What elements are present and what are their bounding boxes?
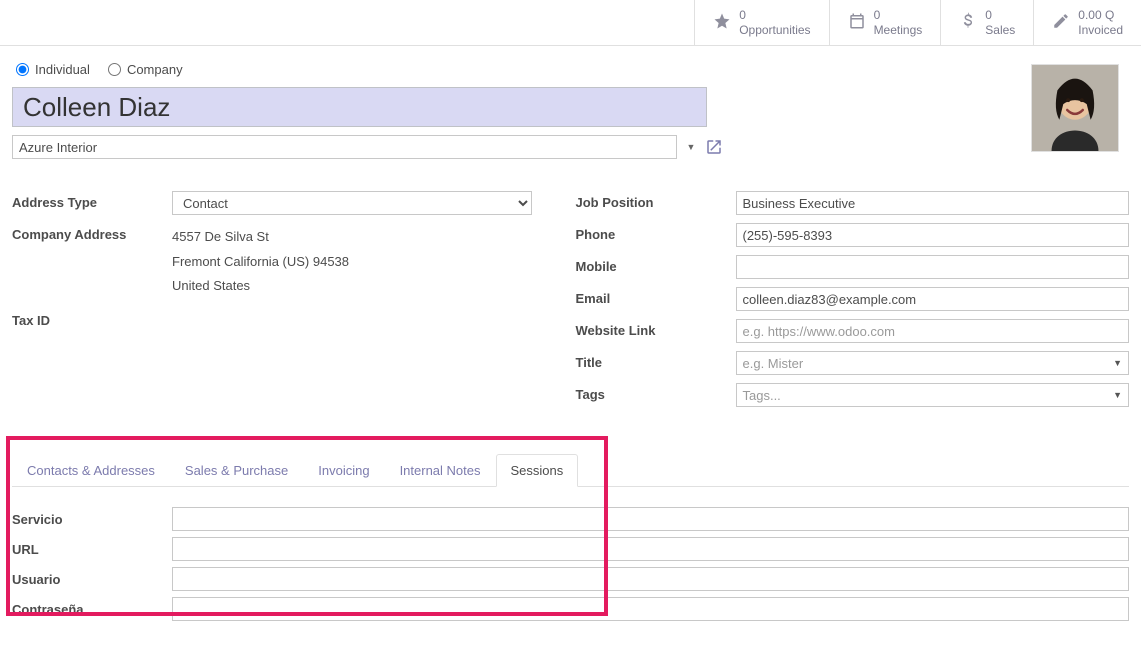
mobile-input[interactable] xyxy=(736,255,1130,279)
form-body: Address Type Contact Company Address 455… xyxy=(0,167,1141,425)
website-label: Website Link xyxy=(576,319,736,338)
url-label: URL xyxy=(12,542,172,557)
contact-form-view: 0Opportunities 0Meetings 0Sales 0.00 QIn… xyxy=(0,0,1141,651)
radio-company[interactable]: Company xyxy=(108,62,183,77)
stat-label: Opportunities xyxy=(739,23,810,37)
tab-sessions[interactable]: Sessions xyxy=(496,454,579,487)
company-address-label: Company Address xyxy=(12,223,172,242)
stat-opportunities[interactable]: 0Opportunities xyxy=(694,0,828,45)
radio-individual[interactable]: Individual xyxy=(16,62,90,77)
stat-value: 0 xyxy=(985,8,1015,22)
company-row: ▼ xyxy=(12,135,1129,159)
stat-value: 0.00 Q xyxy=(1078,8,1123,22)
phone-input[interactable] xyxy=(736,223,1130,247)
form-header: Individual Company ▼ xyxy=(0,46,1141,167)
tab-bar: Contacts & Addresses Sales & Purchase In… xyxy=(12,453,1129,487)
stat-value: 0 xyxy=(874,8,923,22)
chevron-down-icon: ▼ xyxy=(1113,358,1122,368)
left-column: Address Type Contact Company Address 455… xyxy=(12,191,566,415)
title-label: Title xyxy=(576,351,736,370)
website-input[interactable] xyxy=(736,319,1130,343)
tags-label: Tags xyxy=(576,383,736,402)
servicio-label: Servicio xyxy=(12,512,172,527)
stat-sales[interactable]: 0Sales xyxy=(940,0,1033,45)
stat-label: Sales xyxy=(985,23,1015,37)
usuario-input[interactable] xyxy=(172,567,1129,591)
star-icon xyxy=(713,12,731,33)
edit-icon xyxy=(1052,12,1070,33)
stat-meetings[interactable]: 0Meetings xyxy=(829,0,941,45)
address-type-select[interactable]: Contact xyxy=(172,191,532,215)
stat-label: Invoiced xyxy=(1078,23,1123,37)
stat-bar: 0Opportunities 0Meetings 0Sales 0.00 QIn… xyxy=(0,0,1141,46)
job-position-input[interactable] xyxy=(736,191,1130,215)
usuario-label: Usuario xyxy=(12,572,172,587)
external-link-icon[interactable] xyxy=(705,138,723,156)
email-input[interactable] xyxy=(736,287,1130,311)
avatar-image xyxy=(1032,65,1118,151)
tab-invoicing[interactable]: Invoicing xyxy=(303,454,384,487)
contact-avatar[interactable] xyxy=(1031,64,1119,152)
tab-sales-purchase[interactable]: Sales & Purchase xyxy=(170,454,303,487)
servicio-input[interactable] xyxy=(172,507,1129,531)
stat-invoiced[interactable]: 0.00 QInvoiced xyxy=(1033,0,1141,45)
company-address-value: 4557 De Silva St Fremont California (US)… xyxy=(172,223,566,299)
contact-type-radios: Individual Company xyxy=(12,62,1129,77)
tab-sessions-content: Servicio URL Usuario Contraseña xyxy=(0,487,1141,651)
right-column: Job Position Phone Mobile Email Website … xyxy=(576,191,1130,415)
contact-name-input[interactable] xyxy=(12,87,707,127)
tags-select[interactable]: Tags...▼ xyxy=(736,383,1130,407)
email-label: Email xyxy=(576,287,736,306)
phone-label: Phone xyxy=(576,223,736,242)
tab-internal-notes[interactable]: Internal Notes xyxy=(385,454,496,487)
tax-id-label: Tax ID xyxy=(12,309,172,328)
dollar-icon xyxy=(959,12,977,33)
radio-label: Individual xyxy=(35,62,90,77)
job-position-label: Job Position xyxy=(576,191,736,210)
url-input[interactable] xyxy=(172,537,1129,561)
contrasena-input[interactable] xyxy=(172,597,1129,621)
contrasena-label: Contraseña xyxy=(12,602,172,617)
title-select[interactable]: e.g. Mister▼ xyxy=(736,351,1130,375)
radio-label: Company xyxy=(127,62,183,77)
chevron-down-icon: ▼ xyxy=(1113,390,1122,400)
stat-label: Meetings xyxy=(874,23,923,37)
calendar-icon xyxy=(848,12,866,33)
tab-contacts-addresses[interactable]: Contacts & Addresses xyxy=(12,454,170,487)
address-type-label: Address Type xyxy=(12,191,172,210)
company-select[interactable] xyxy=(12,135,677,159)
stat-value: 0 xyxy=(739,8,810,22)
dropdown-caret-icon[interactable]: ▼ xyxy=(683,142,699,152)
mobile-label: Mobile xyxy=(576,255,736,274)
